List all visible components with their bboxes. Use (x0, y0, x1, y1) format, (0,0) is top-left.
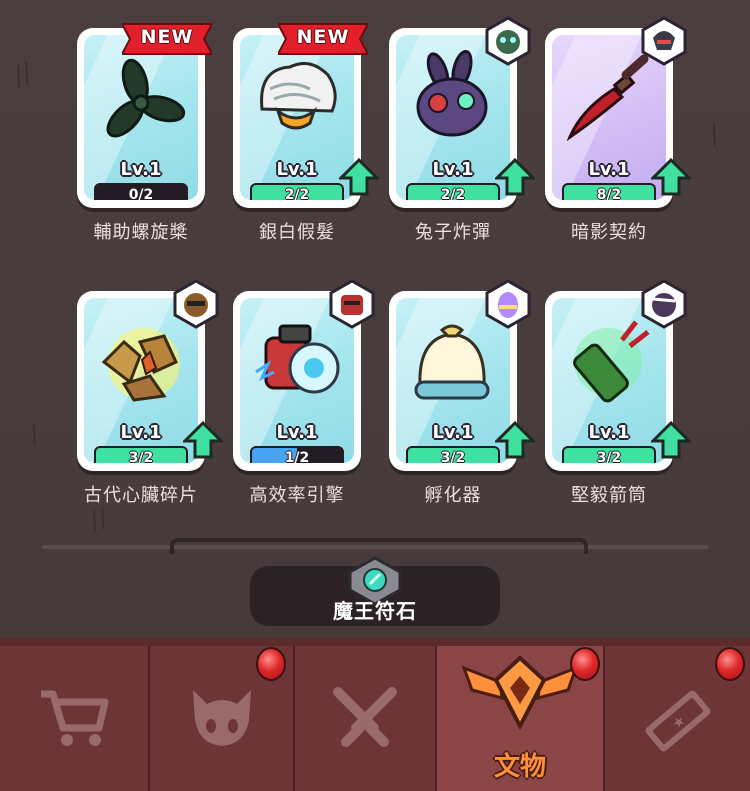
relic-name: 暗影契約 (571, 222, 647, 243)
bottom-nav: 文物 ★ (0, 638, 750, 791)
level-label: Lv.1 (432, 422, 474, 443)
hero-avatar-icon (485, 16, 531, 66)
progress-bar: 1/2 (250, 446, 344, 463)
upgrade-arrow-icon (339, 158, 379, 196)
notification-dot (715, 647, 745, 681)
level-label: Lv.1 (276, 159, 318, 180)
upgrade-arrow-icon (183, 421, 223, 459)
relic-card-incubator[interactable]: Lv.1 3/2 (389, 279, 535, 471)
upgrade-arrow-icon (651, 421, 691, 459)
tab-shop[interactable] (0, 646, 150, 791)
upgrade-arrow-icon (651, 158, 691, 196)
progress-bar: 2/2 (250, 183, 344, 200)
notification-dot (570, 647, 600, 681)
progress-text: 0/2 (128, 187, 154, 200)
progress-text: 2/2 (284, 187, 310, 200)
relic-card-engine[interactable]: Lv.1 1/2 (233, 279, 375, 471)
ticket-icon: ★ (644, 690, 711, 752)
progress-bar: 2/2 (406, 183, 500, 200)
hero-avatar-icon (173, 279, 219, 329)
level-label: Lv.1 (588, 159, 630, 180)
level-label: Lv.1 (120, 422, 162, 443)
new-badge: NEW (120, 22, 214, 56)
egg-icon (485, 279, 531, 329)
progress-text: 3/2 (440, 450, 466, 463)
relic-name: 銀白假髮 (259, 222, 335, 243)
relic-card-shadow-contract[interactable]: Lv.1 8/2 (545, 16, 691, 208)
level-label: Lv.1 (432, 159, 474, 180)
relic-card-rabbit-bomb[interactable]: Lv.1 2/2 (389, 16, 535, 208)
relic-name: 堅毅箭筒 (571, 485, 647, 506)
hero-avatar-icon (641, 16, 687, 66)
level-label: Lv.1 (276, 422, 318, 443)
relic-card-ancient-heart[interactable]: Lv.1 3/2 (77, 279, 223, 471)
tab-relics-label: 文物 (493, 752, 546, 782)
relic-name: 輔助螺旋槳 (93, 222, 189, 243)
hero-avatar-icon (329, 279, 375, 329)
upgrade-arrow-icon (495, 158, 535, 196)
level-label: Lv.1 (120, 159, 162, 180)
silver-wig-icon (260, 61, 337, 130)
upgrade-arrow-icon (495, 421, 535, 459)
relic-name: 高效率引擎 (249, 485, 345, 506)
relic-name: 孵化器 (424, 485, 482, 506)
relic-card-quiver[interactable]: Lv.1 3/2 (545, 279, 691, 471)
panel-ledge (170, 538, 588, 554)
progress-bar: 8/2 (562, 183, 656, 200)
progress-bar: 3/2 (562, 446, 656, 463)
progress-text: 1/2 (284, 450, 310, 463)
progress-text: 2/2 (440, 187, 466, 200)
crossed-swords-icon (333, 687, 397, 747)
progress-text: 3/2 (128, 450, 154, 463)
relic-name: 兔子炸彈 (415, 222, 491, 243)
new-badge: NEW (276, 22, 370, 56)
progress-bar: 0/2 (94, 183, 188, 200)
level-label: Lv.1 (588, 422, 630, 443)
progress-bar: 3/2 (94, 446, 188, 463)
demon-rune-label: 魔王符石 (333, 599, 417, 623)
tab-battle[interactable] (295, 646, 437, 791)
cart-icon (41, 690, 109, 746)
relic-card-silver-wig[interactable]: Lv.1 2/2 NEW (233, 23, 379, 208)
progress-bar: 3/2 (406, 446, 500, 463)
relic-card-propeller[interactable]: Lv.1 0/2 NEW (77, 23, 214, 208)
hero-avatar-icon (641, 279, 687, 329)
propeller-icon (106, 58, 186, 138)
notification-dot (256, 647, 286, 681)
progress-text: 8/2 (596, 187, 622, 200)
demon-face-icon (192, 690, 251, 746)
progress-text: 3/2 (596, 450, 622, 463)
winged-emblem-icon (461, 655, 579, 731)
relic-name: 古代心臟碎片 (84, 485, 198, 506)
